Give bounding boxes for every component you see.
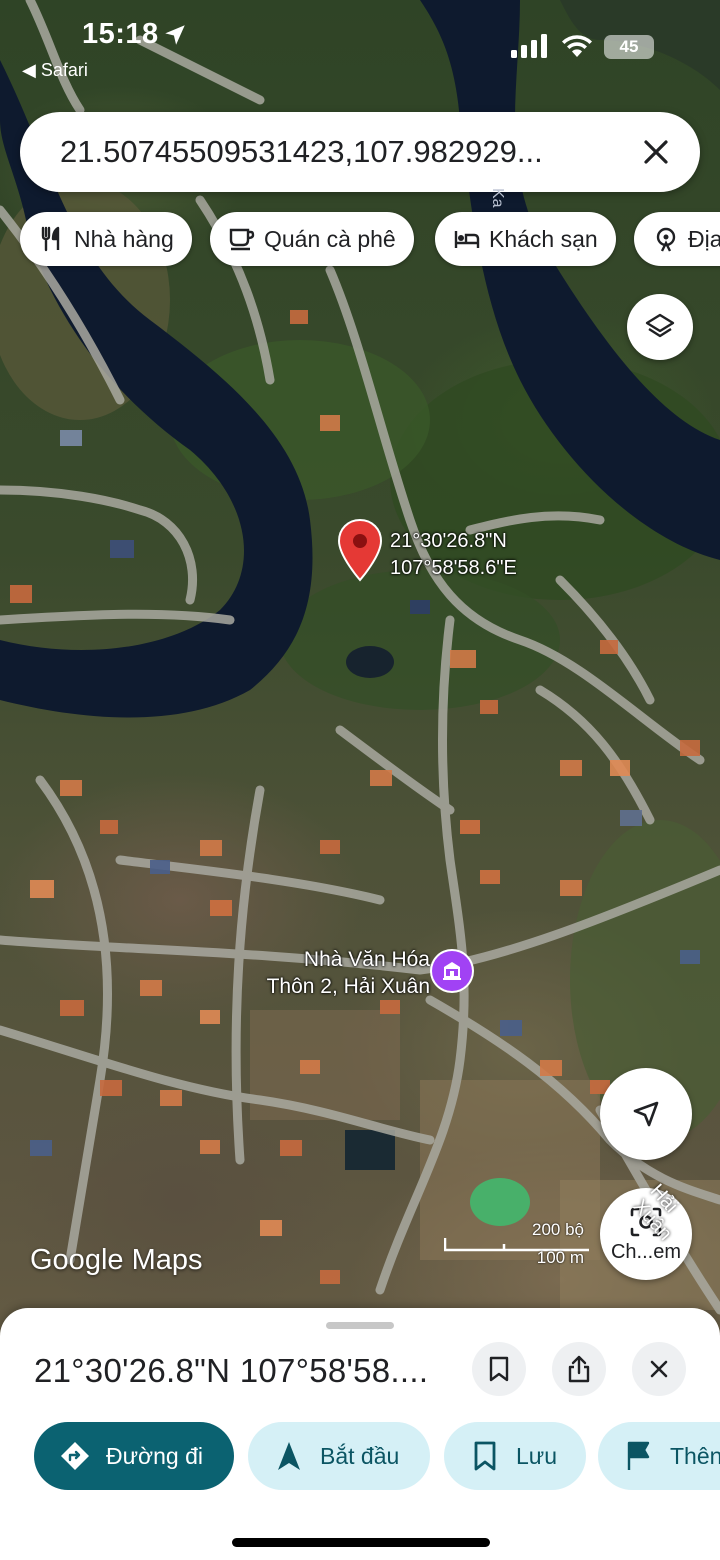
share-icon	[568, 1355, 590, 1383]
navigation-icon	[278, 1442, 300, 1470]
bookmark-icon	[489, 1356, 509, 1382]
restaurant-icon	[41, 226, 60, 252]
location-arrow-icon	[165, 25, 185, 45]
status-time: 15:18	[82, 18, 159, 50]
my-location-button[interactable]	[600, 1068, 692, 1160]
chip-label: Nhà hàng	[74, 225, 174, 252]
google-maps-logo: Google Maps	[30, 1244, 203, 1276]
share-button[interactable]	[552, 1342, 606, 1396]
chip-label: Khách sạn	[489, 225, 598, 252]
pin-latitude: 21°30'26.8"N	[390, 530, 507, 552]
back-to-safari-link[interactable]: ◀ Safari	[22, 60, 88, 81]
search-input[interactable]: 21.50745509531423,107.982929...	[60, 134, 543, 170]
home-indicator[interactable]	[232, 1538, 490, 1547]
poi-label[interactable]: Nhà Văn Hóa Thôn 2, Hải Xuân	[238, 946, 430, 1000]
more-label: Thên	[670, 1442, 720, 1469]
scale-imperial: 200 bộ	[532, 1220, 584, 1239]
poi-name-line1: Nhà Văn Hóa	[303, 948, 430, 971]
map-scale: 200 bộ 100 m	[444, 1220, 590, 1270]
navigation-arrow-icon	[633, 1101, 659, 1127]
layers-icon	[645, 313, 675, 338]
chip-hotels[interactable]: Khách sạn	[435, 212, 616, 266]
location-pin-icon[interactable]	[336, 518, 384, 584]
sheet-drag-handle[interactable]	[326, 1322, 394, 1329]
close-icon[interactable]	[636, 132, 676, 172]
start-label: Bắt đầu	[320, 1442, 400, 1469]
more-button[interactable]: Thên	[598, 1422, 720, 1490]
directions-button[interactable]: Đường đi	[34, 1422, 234, 1490]
start-button[interactable]: Bắt đầu	[248, 1422, 430, 1490]
save-button[interactable]: Lưu	[444, 1422, 586, 1490]
bookmark-icon	[474, 1441, 496, 1471]
save-label: Lưu	[516, 1442, 557, 1469]
chip-coffee[interactable]: Quán cà phê	[210, 212, 414, 266]
save-icon-button[interactable]	[472, 1342, 526, 1396]
hotel-icon	[454, 231, 480, 248]
chip-label: Địa	[688, 225, 720, 252]
search-bar[interactable]: 21.50745509531423,107.982929...	[20, 112, 700, 192]
pin-longitude: 107°58'58.6"E	[390, 557, 517, 579]
close-sheet-button[interactable]	[632, 1342, 686, 1396]
chip-attractions[interactable]: Địa	[634, 212, 720, 266]
pin-coordinates-label: 21°30'26.8"N 107°58'58.6"E	[390, 528, 517, 582]
directions-icon	[61, 1442, 89, 1470]
poi-marker[interactable]	[432, 951, 472, 991]
battery-level: 45	[619, 37, 639, 56]
scale-metric: 100 m	[536, 1248, 584, 1267]
chip-restaurants[interactable]: Nhà hàng	[20, 212, 192, 266]
close-icon	[650, 1360, 668, 1378]
battery-indicator: 45	[604, 35, 654, 59]
poi-name-line2: Thôn 2, Hải Xuân	[266, 975, 430, 998]
chip-label: Quán cà phê	[264, 225, 396, 252]
layers-button[interactable]	[627, 294, 693, 360]
river-label: Ka	[489, 188, 506, 208]
place-title: 21°30'26.8"N 107°58'58....	[34, 1352, 429, 1389]
cellular-signal-icon	[511, 34, 547, 58]
flag-icon	[627, 1441, 650, 1470]
landmark-icon	[443, 962, 461, 980]
place-bottom-sheet[interactable]: 21°30'26.8"N 107°58'58.... Đường đi Bắt …	[0, 1308, 720, 1560]
wifi-icon	[562, 35, 592, 57]
directions-label: Đường đi	[106, 1442, 203, 1469]
attraction-icon	[656, 227, 676, 252]
coffee-icon	[229, 228, 255, 251]
